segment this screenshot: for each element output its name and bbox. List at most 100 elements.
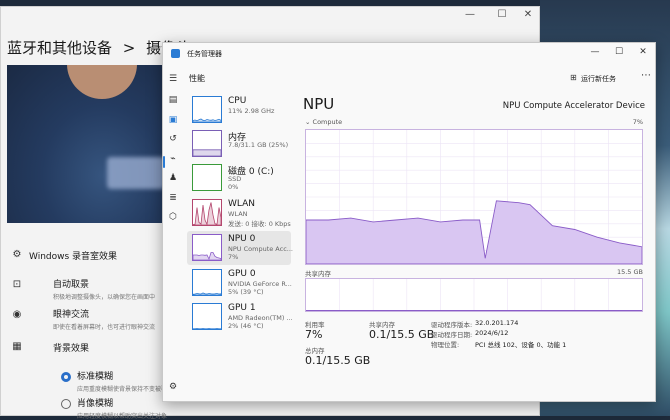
resource-item-4[interactable]: NPU 0 NPU Compute Acc... 7% — [187, 231, 293, 265]
resource-name: WLAN — [228, 199, 256, 209]
resource-item-3[interactable]: WLAN WLAN 发送: 0 接收: 0 Kbps — [187, 196, 291, 230]
close-icon[interactable]: ✕ — [633, 47, 653, 57]
compute-chart — [305, 129, 643, 265]
resource-detail-2: 发送: 0 接收: 0 Kbps — [228, 220, 291, 228]
row-auto-framing[interactable]: ⊡ 自动取景 积极地调整摄像头，以确保您在画面中 — [7, 277, 182, 301]
row-title: 背景效果 — [53, 344, 90, 354]
nav-selection-indicator — [163, 156, 165, 168]
resource-item-2[interactable]: 磁盘 0 (C:) SSD 0% — [187, 161, 291, 195]
hamburger-icon[interactable]: ☰ — [167, 73, 179, 85]
thumbnail-graph — [193, 202, 221, 225]
resource-detail: 7.8/31.1 GB (25%) — [228, 141, 289, 149]
maximize-icon[interactable]: ☐ — [609, 47, 629, 57]
section-studio-effects: ⚙ Windows 录音室效果 — [7, 249, 182, 262]
task-manager-window: 任务管理器 — ☐ ✕ ☰ ▤ ▣ ↺ ⌁ ♟ ≣ ⬡ ⚙ 性能 ⊞ 运行新任务… — [162, 42, 656, 402]
thumbnail-graph-area — [193, 149, 221, 156]
compute-chart-svg — [305, 130, 643, 265]
total-memory-value: 0.1/15.5 GB — [305, 354, 371, 367]
radio-portrait-blur[interactable] — [61, 399, 71, 409]
shared-memory-stat-value: 0.1/15.5 GB — [369, 328, 435, 341]
shared-memory-svg — [306, 279, 642, 311]
startup-apps-icon[interactable]: ⌁ — [167, 153, 179, 165]
shared-memory-max: 15.5 GB — [616, 268, 643, 276]
driver-version-label: 驱动程序版本: — [431, 321, 473, 329]
radio-standard-blur[interactable] — [61, 372, 71, 382]
performance-icon[interactable]: ▣ — [167, 114, 179, 126]
frame-icon: ⊡ — [12, 279, 22, 290]
resource-thumbnail — [192, 234, 222, 261]
sparkle-icon: ⚙ — [12, 249, 22, 260]
shared-memory-label: 共享内存 — [305, 270, 331, 278]
thumbnail-graph-area — [193, 252, 221, 260]
more-options-icon[interactable]: ⋯ — [641, 70, 651, 81]
minimize-icon[interactable]: — — [585, 47, 605, 57]
processes-icon[interactable]: ▤ — [167, 94, 179, 106]
thumbnail-graph-area — [193, 292, 221, 295]
breadcrumb-separator: > — [122, 39, 136, 57]
users-icon[interactable]: ♟ — [167, 172, 179, 184]
resource-name: GPU 1 — [228, 303, 256, 313]
resource-detail-2: 0% — [228, 183, 239, 191]
physical-location-value: PCI 总线 102、设备 0、功能 1 — [475, 341, 567, 349]
section-title: Windows 录音室效果 — [29, 252, 118, 262]
resource-thumbnail — [192, 199, 222, 226]
chevron-down-icon[interactable]: ⌄ — [305, 118, 310, 126]
resource-detail: 11% 2.98 GHz — [228, 107, 275, 115]
settings-gear-icon[interactable]: ⚙ — [167, 381, 179, 393]
resource-thumbnail — [192, 164, 222, 191]
chart-label[interactable]: Compute — [313, 118, 343, 126]
driver-date-value: 2024/6/12 — [475, 329, 509, 337]
thumbnail-graph — [193, 118, 221, 122]
window-title: 任务管理器 — [187, 50, 222, 58]
task-manager-icon — [171, 49, 180, 58]
driver-version-value: 32.0.201.174 — [475, 319, 519, 327]
app-history-icon[interactable]: ↺ — [167, 133, 179, 145]
resource-thumbnail — [192, 96, 222, 123]
row-eye-contact[interactable]: ◉ 眼神交流 即使在看着屏幕时，也可进行眼神交流 — [7, 307, 182, 331]
resource-item-5[interactable]: GPU 0 NVIDIA GeForce R... 5% (39 °C) — [187, 266, 292, 300]
resource-thumbnail — [192, 130, 222, 157]
row-background-effects[interactable]: ▦ 背景效果 — [7, 341, 182, 354]
resource-name: NPU 0 — [228, 234, 256, 244]
breadcrumb-parent[interactable]: 蓝牙和其他设备 — [7, 39, 112, 57]
resource-item-0[interactable]: CPU 11% 2.98 GHz — [187, 93, 291, 127]
close-icon[interactable]: ✕ — [515, 9, 541, 20]
preview-blur-region — [107, 157, 165, 189]
resource-thumbnail — [192, 303, 222, 330]
resource-detail: WLAN — [228, 210, 248, 218]
maximize-icon[interactable]: ☐ — [489, 9, 515, 20]
camera-preview — [7, 65, 182, 223]
resource-item-6[interactable]: GPU 1 AMD Radeon(TM) ... 2% (46 °C) — [187, 300, 293, 334]
eye-icon: ◉ — [12, 309, 22, 320]
utilization-value: 7% — [305, 328, 323, 341]
resource-name: CPU — [228, 96, 247, 106]
device-name: NPU Compute Accelerator Device — [502, 101, 645, 111]
thumbnail-graph — [193, 149, 221, 156]
thumbnail-graph — [193, 252, 221, 260]
preview-face — [67, 65, 137, 99]
title-bar[interactable]: 任务管理器 — ☐ ✕ — [163, 43, 655, 65]
chart-title: ⌄ Compute — [305, 118, 342, 126]
minimize-icon[interactable]: — — [457, 9, 483, 20]
thumbnail-graph-area — [193, 118, 221, 122]
shared-memory-chart — [305, 278, 643, 312]
nav-rail: ☰ ▤ ▣ ↺ ⌁ ♟ ≣ ⬡ ⚙ — [163, 65, 183, 401]
services-icon[interactable]: ⬡ — [167, 211, 179, 223]
thumbnail-graph-area — [193, 328, 221, 329]
resource-detail: NPU Compute Acc... — [228, 245, 293, 253]
resource-item-1[interactable]: 内存 7.8/31.1 GB (25%) — [187, 127, 291, 161]
resource-detail: SSD — [228, 175, 242, 183]
driver-date-label: 驱动程序日期: — [431, 331, 473, 339]
resource-detail-2: 7% — [228, 253, 239, 261]
resource-detail-2: 5% (39 °C) — [228, 288, 264, 296]
physical-location-label: 物理位置: — [431, 341, 460, 349]
resource-thumbnail — [192, 269, 222, 296]
details-icon[interactable]: ≣ — [167, 192, 179, 204]
run-task-icon[interactable]: ⊞ — [570, 73, 577, 82]
resource-detail-2: 2% (46 °C) — [228, 322, 264, 330]
thumbnail-graph-area — [193, 202, 221, 225]
run-new-task-button[interactable]: 运行新任务 — [581, 74, 616, 84]
resource-detail: AMD Radeon(TM) ... — [228, 314, 293, 322]
thumbnail-graph — [193, 292, 221, 295]
background-icon: ▦ — [12, 341, 22, 352]
